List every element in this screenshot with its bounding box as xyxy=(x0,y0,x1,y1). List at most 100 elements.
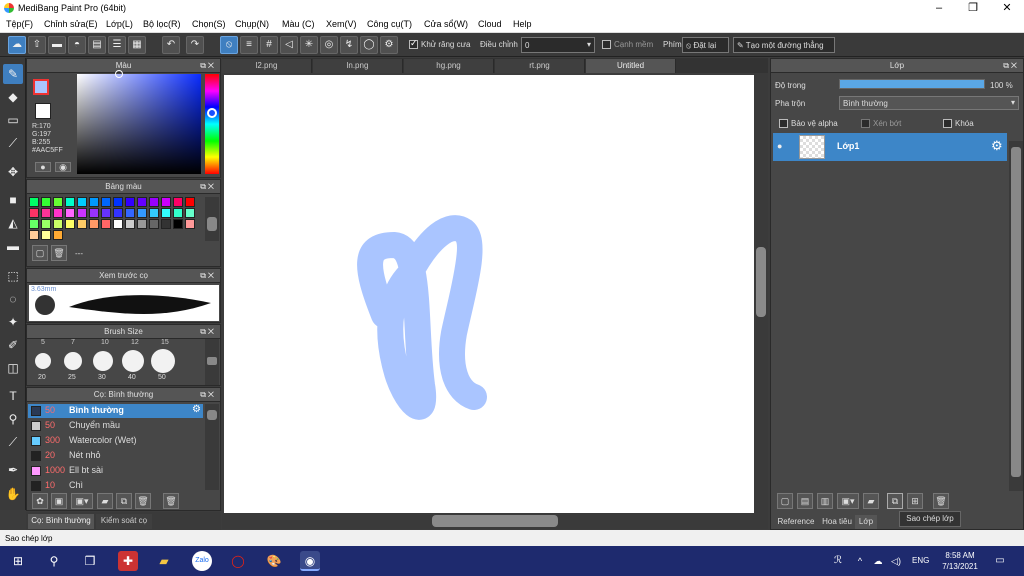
gradient-tool-icon[interactable]: ▬ xyxy=(3,236,23,256)
palette-swatch[interactable] xyxy=(77,197,87,207)
fill-rect-tool-icon[interactable]: ■ xyxy=(3,190,23,210)
task-view-icon[interactable]: ❒ xyxy=(80,551,100,571)
gear-icon[interactable]: ⚙ xyxy=(380,36,398,54)
palette-swatch[interactable] xyxy=(137,197,147,207)
layer-gear-icon[interactable]: ⚙ xyxy=(991,138,1003,154)
tray-chevron-icon[interactable]: ^ xyxy=(850,551,870,571)
windows-start-icon[interactable]: ⊞ xyxy=(8,551,28,571)
zoom-pen-tool-icon[interactable]: ✒ xyxy=(3,460,23,480)
text-tool-icon[interactable]: T xyxy=(3,386,23,406)
cross-snap-icon[interactable]: # xyxy=(260,36,278,54)
zalo-icon[interactable]: Zalo xyxy=(192,551,212,571)
select-pen-tool-icon[interactable]: ✐ xyxy=(3,335,23,355)
new-layer-icon[interactable]: ▢ xyxy=(777,493,793,509)
palette-swatch[interactable] xyxy=(113,219,123,229)
brush-size-cell[interactable]: 30 xyxy=(89,349,117,384)
menu-help[interactable]: Help xyxy=(513,19,532,29)
palette-swatch[interactable] xyxy=(161,219,171,229)
palette-swatch[interactable] xyxy=(125,197,135,207)
primary-color-swatch[interactable] xyxy=(33,79,49,95)
drawing-canvas[interactable] xyxy=(224,75,754,513)
merge-layer-icon[interactable]: ⊞ xyxy=(907,493,923,509)
network-icon[interactable]: ☁ xyxy=(868,551,888,571)
medibang-taskbar-icon[interactable]: ◉ xyxy=(300,551,320,571)
layer-add-dropdown-icon[interactable]: ▣▾ xyxy=(837,493,859,509)
brush-list-scrollbar[interactable] xyxy=(205,404,219,490)
eraser-tool-icon[interactable]: ◆ xyxy=(3,87,23,107)
brush-duplicate-icon[interactable]: ⧉ xyxy=(116,493,132,509)
brush-list-item[interactable]: 50 Chuyển mầu xyxy=(28,419,203,433)
palette-swatch[interactable] xyxy=(29,197,39,207)
lasso-tool-icon[interactable]: ◌ xyxy=(3,289,23,309)
palette-swatch[interactable] xyxy=(113,208,123,218)
palette-swatch[interactable] xyxy=(41,197,51,207)
circle-snap-icon[interactable]: ◎ xyxy=(320,36,338,54)
palette-swatch[interactable] xyxy=(137,219,147,229)
panel-popout-icon[interactable]: ⧉✕ xyxy=(200,325,216,338)
canvas-horizontal-scrollbar[interactable] xyxy=(222,513,768,529)
palette-swatch[interactable] xyxy=(29,219,39,229)
protect-alpha-checkbox[interactable] xyxy=(779,119,788,128)
layer-row[interactable]: ● Lớp1 ⚙ xyxy=(773,133,1007,161)
palette-swatch[interactable] xyxy=(173,208,183,218)
minimize-button[interactable]: – xyxy=(922,0,956,17)
palette-swatch[interactable] xyxy=(149,208,159,218)
palette-swatch[interactable] xyxy=(89,197,99,207)
layer-scrollbar[interactable] xyxy=(1009,141,1023,491)
move-tool-icon[interactable]: ✥ xyxy=(3,162,23,182)
canvas-vertical-scrollbar[interactable] xyxy=(754,73,768,513)
palette-swatch[interactable] xyxy=(65,197,75,207)
brush-trash-icon[interactable]: 🗑 xyxy=(163,493,179,509)
trash-icon[interactable]: 🗑 xyxy=(51,245,67,261)
eyedropper-tool-icon[interactable]: ⟋ xyxy=(3,432,23,452)
menu-capture[interactable]: Chụp(N) xyxy=(235,19,269,29)
tab-untitled[interactable]: Untitled xyxy=(586,59,676,73)
magic-wand-tool-icon[interactable]: ✦ xyxy=(3,312,23,332)
tab-ln[interactable]: ln.png xyxy=(313,59,403,73)
palette-swatch[interactable] xyxy=(185,208,195,218)
tab-reference[interactable]: Reference xyxy=(773,515,819,529)
clipping-checkbox[interactable] xyxy=(861,119,870,128)
panel-popout-icon[interactable]: ⧉✕ xyxy=(1003,59,1019,72)
tab-navigator[interactable]: Hoa tiêu xyxy=(819,515,855,529)
palette-swatch[interactable] xyxy=(101,219,111,229)
brush-list-item[interactable]: 50 Bình thường ⚙ xyxy=(28,404,203,418)
panel-popout-icon[interactable]: ⧉✕ xyxy=(200,269,216,282)
volume-icon[interactable]: ◁) xyxy=(886,551,906,571)
dot-tool-icon[interactable]: ⟋ xyxy=(3,133,23,153)
brush-size-scrollbar[interactable] xyxy=(205,339,219,385)
brush-list-item[interactable]: 10 Chì xyxy=(28,479,203,493)
color-eyedrop-icon[interactable]: ◉ xyxy=(55,162,71,172)
page-icon[interactable]: ▤ xyxy=(88,36,106,54)
select-tool-icon[interactable]: ⬚ xyxy=(3,266,23,286)
upload-icon[interactable]: ⇧ xyxy=(28,36,46,54)
brush-dropdown-icon[interactable]: ▣▾ xyxy=(71,493,93,509)
palette-swatch[interactable] xyxy=(65,219,75,229)
palette-swatch[interactable] xyxy=(41,230,51,240)
menu-cloud[interactable]: Cloud xyxy=(478,19,502,29)
cloud-icon[interactable]: ☁ xyxy=(8,36,26,54)
palette-swatch[interactable] xyxy=(89,219,99,229)
palette-swatch[interactable] xyxy=(149,197,159,207)
blend-mode-select[interactable]: Bình thường ▾ xyxy=(839,96,1019,110)
tab-l2[interactable]: l2.png xyxy=(222,59,312,73)
palette-swatch[interactable] xyxy=(41,208,51,218)
brush-list-item[interactable]: 20 Nét nhỏ xyxy=(28,449,203,463)
brush-size-cell[interactable]: 20 xyxy=(29,349,57,384)
tab-brush[interactable]: Cọ: Bình thường xyxy=(28,514,94,529)
palette-swatch[interactable] xyxy=(53,230,63,240)
palette-swatch[interactable] xyxy=(53,208,63,218)
layer-folder-icon[interactable]: ▰ xyxy=(863,493,879,509)
palette-swatch[interactable] xyxy=(149,219,159,229)
tab-rt[interactable]: rt.png xyxy=(495,59,585,73)
hue-slider[interactable] xyxy=(205,74,219,174)
palette-swatch[interactable] xyxy=(161,197,171,207)
bucket-tool-icon[interactable]: ◭ xyxy=(3,213,23,233)
lock-checkbox[interactable] xyxy=(943,119,952,128)
palette-scrollbar[interactable] xyxy=(205,197,219,241)
palette-swatch[interactable] xyxy=(185,219,195,229)
brush-tool-icon[interactable]: ✎ xyxy=(3,64,23,84)
palette-swatch[interactable] xyxy=(77,219,87,229)
restore-button[interactable]: ❐ xyxy=(956,0,990,17)
palette-swatch[interactable] xyxy=(77,208,87,218)
